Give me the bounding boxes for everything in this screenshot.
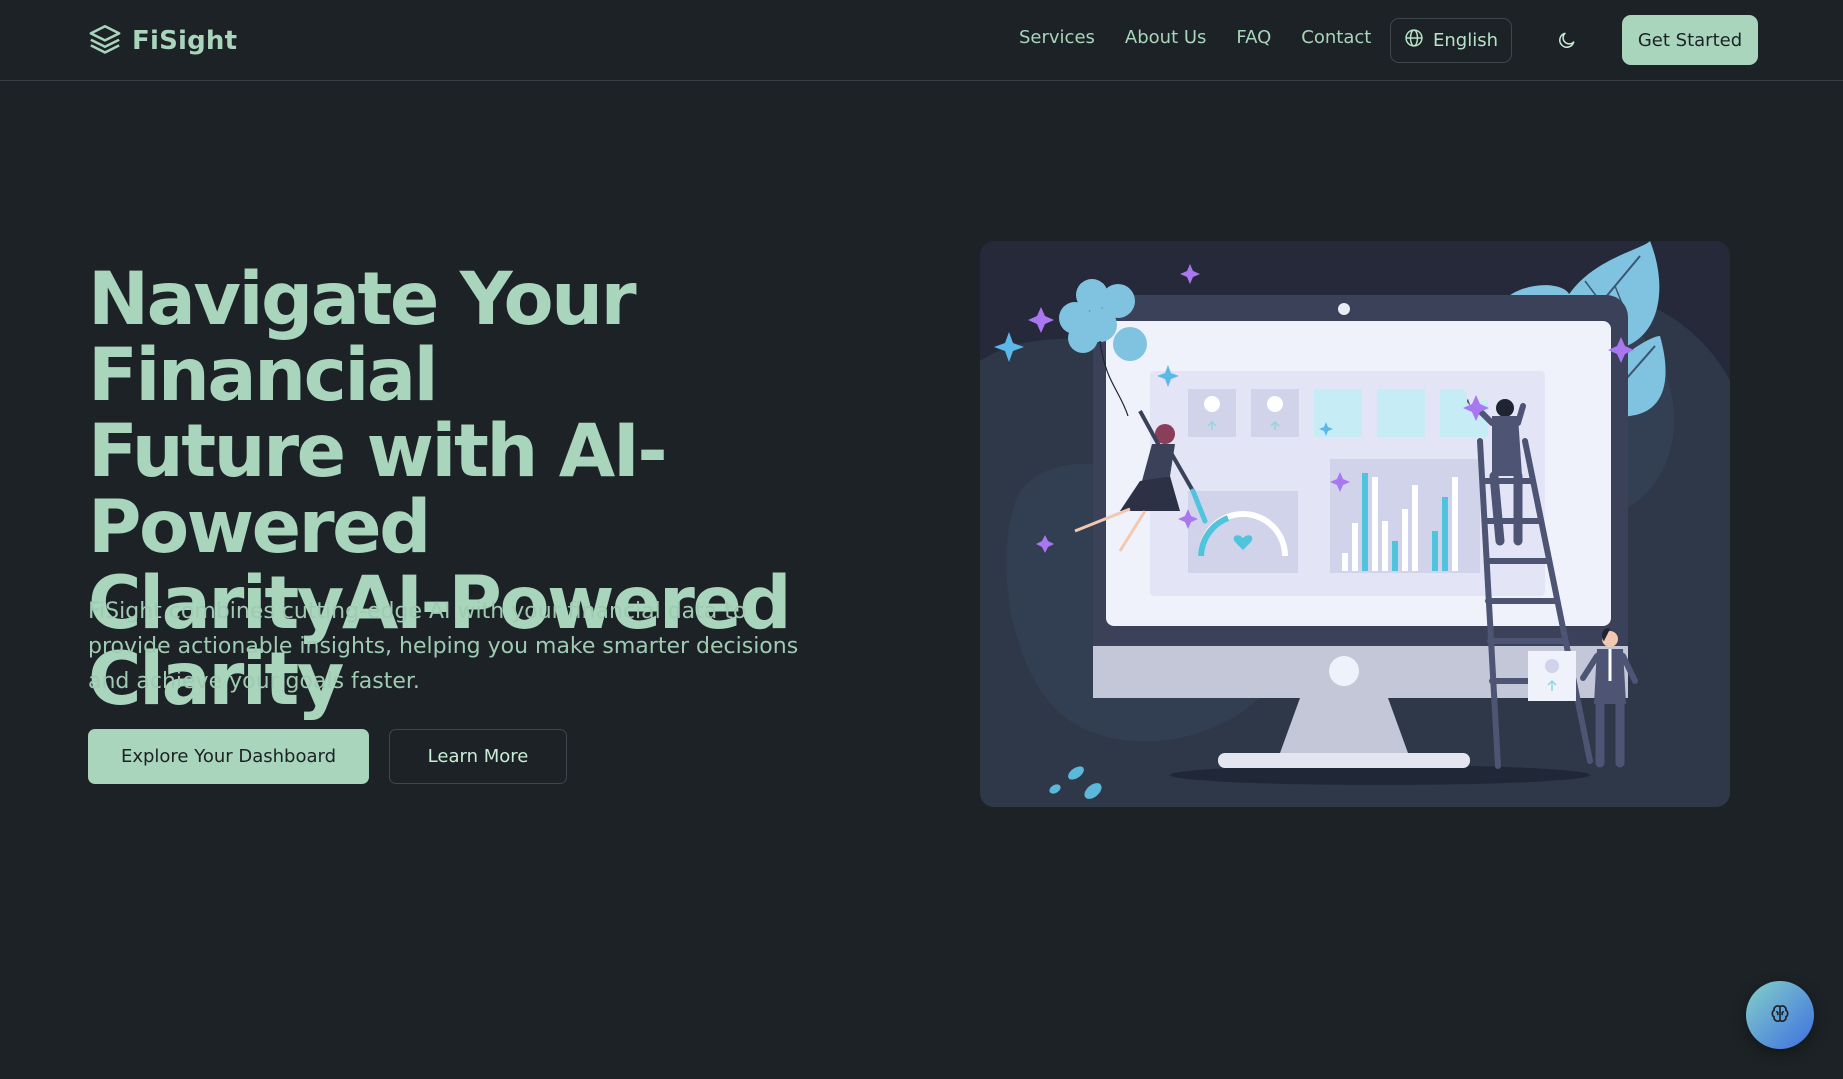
nav-links: Services About Us FAQ Contact <box>1019 27 1371 48</box>
language-label: English <box>1433 30 1498 51</box>
hero-title-line: Navigate Your Financial <box>88 257 637 418</box>
globe-icon <box>1404 28 1424 53</box>
brand-logo[interactable]: FiSight <box>88 22 237 60</box>
theme-toggle[interactable] <box>1549 23 1585 59</box>
moon-icon <box>1557 30 1577 53</box>
nav-link-about-us[interactable]: About Us <box>1125 27 1207 48</box>
nav-link-contact[interactable]: Contact <box>1301 27 1371 48</box>
brand-name: FiSight <box>132 26 238 56</box>
nav-link-services[interactable]: Services <box>1019 27 1095 48</box>
monitor-base <box>1218 753 1470 768</box>
hero-title-line: Future with AI-Powered <box>88 409 668 570</box>
chart-card <box>1528 651 1576 701</box>
monitor-logo <box>1329 656 1359 686</box>
hero-description: FiSight combines cutting-edge AI with yo… <box>88 599 799 694</box>
learn-more-button[interactable]: Learn More <box>389 729 567 784</box>
camera-dot <box>1338 303 1350 315</box>
financial-dashboard-illustration <box>980 241 1730 807</box>
get-started-button[interactable]: Get Started <box>1622 15 1758 65</box>
layers-icon <box>88 22 122 60</box>
explore-dashboard-button[interactable]: Explore Your Dashboard <box>88 729 369 784</box>
dashboard-tile <box>1377 389 1425 437</box>
language-selector[interactable]: English <box>1390 18 1512 63</box>
brain-icon <box>1769 1003 1791 1028</box>
top-navbar: FiSight Services About Us FAQ Contact En… <box>0 0 1843 81</box>
ai-assistant-button[interactable] <box>1746 981 1814 1049</box>
nav-link-faq[interactable]: FAQ <box>1236 27 1271 48</box>
monitor-stand <box>1280 698 1408 753</box>
gauge-widget <box>1188 491 1298 573</box>
